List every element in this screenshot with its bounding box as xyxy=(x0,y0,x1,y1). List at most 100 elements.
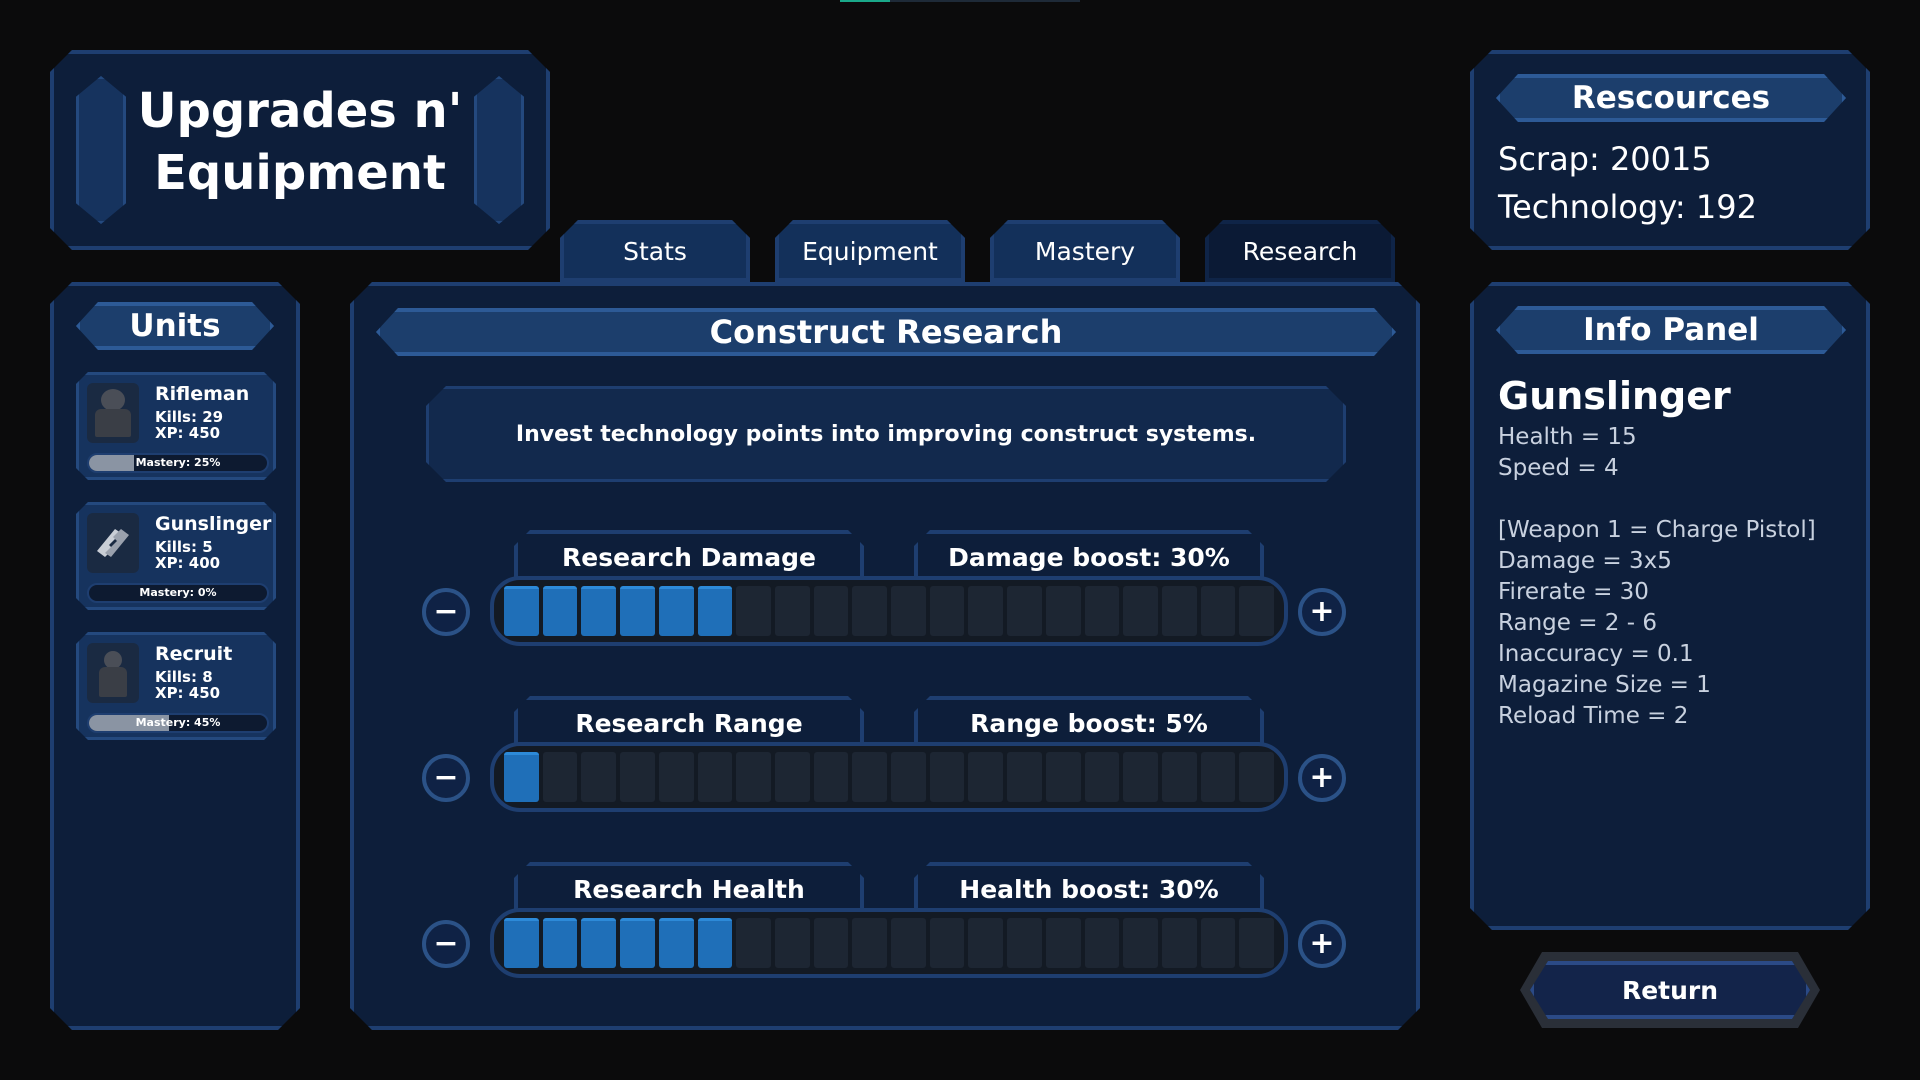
tab-research[interactable]: Research xyxy=(1205,220,1395,282)
title-left-decoration xyxy=(76,76,126,224)
progress-segment-empty xyxy=(736,752,771,802)
page-title: Upgrades n' Equipment xyxy=(134,80,466,204)
tab-stats-label: Stats xyxy=(623,236,687,266)
return-button-label: Return xyxy=(1621,975,1719,1005)
progress-segment-empty xyxy=(1123,586,1158,636)
health-boost-label: Health boost: 30% xyxy=(914,862,1264,912)
progress-segment-empty xyxy=(1162,752,1197,802)
damage-plus-button[interactable]: + xyxy=(1298,588,1346,636)
info-unit-name: Gunslinger xyxy=(1498,374,1731,418)
info-heading-label: Info Panel xyxy=(1583,312,1759,348)
info-stat-line: Speed = 4 xyxy=(1498,455,1619,481)
progress-segment-empty xyxy=(852,918,887,968)
progress-segment-filled xyxy=(698,918,733,968)
unit-card-recruit[interactable]: Recruit Kills: 8 XP: 450 Mastery: 45% xyxy=(76,632,276,740)
unit-name: Rifleman xyxy=(155,383,250,405)
page-title-line1: Upgrades n' xyxy=(137,83,463,139)
research-heading-label: Construct Research xyxy=(709,313,1063,351)
range-boost-text: Range boost: 5% xyxy=(970,708,1208,738)
unit-card-gunslinger[interactable]: Gunslinger Kills: 5 XP: 400 Mastery: 0% xyxy=(76,502,276,610)
progress-segment-empty xyxy=(968,918,1003,968)
tab-mastery[interactable]: Mastery xyxy=(990,220,1180,282)
progress-segment-filled xyxy=(698,586,733,636)
info-stats: Health = 15 Speed = 4 [Weapon 1 = Charge… xyxy=(1498,422,1816,732)
damage-minus-button[interactable]: − xyxy=(422,588,470,636)
progress-segment-filled xyxy=(620,586,655,636)
health-plus-button[interactable]: + xyxy=(1298,920,1346,968)
research-health-label: Research Health xyxy=(514,862,864,912)
progress-segment-empty xyxy=(968,586,1003,636)
progress-segment-empty xyxy=(1007,752,1042,802)
range-minus-button[interactable]: − xyxy=(422,754,470,802)
progress-segment-empty xyxy=(1162,918,1197,968)
progress-segment-empty xyxy=(1239,918,1274,968)
progress-segment-empty xyxy=(698,752,733,802)
progress-segment-empty xyxy=(814,752,849,802)
progress-segment-empty xyxy=(659,752,694,802)
progress-segment-empty xyxy=(736,586,771,636)
rifleman-portrait-icon xyxy=(87,383,139,443)
return-button[interactable]: Return xyxy=(1520,952,1820,1028)
tab-equipment[interactable]: Equipment xyxy=(775,220,965,282)
info-weapon-stat: Damage = 3x5 xyxy=(1498,548,1672,574)
health-minus-button[interactable]: − xyxy=(422,920,470,968)
progress-segment-filled xyxy=(543,586,578,636)
progress-segment-filled xyxy=(504,752,539,802)
progress-segment-empty xyxy=(1046,752,1081,802)
progress-segment-empty xyxy=(1201,918,1236,968)
top-accent-line xyxy=(840,0,890,2)
mastery-bar: Mastery: 0% xyxy=(87,583,269,603)
info-panel: Info Panel Gunslinger Health = 15 Speed … xyxy=(1470,282,1870,930)
progress-segment-empty xyxy=(891,752,926,802)
progress-segment-filled xyxy=(504,586,539,636)
info-weapon-stat: Reload Time = 2 xyxy=(1498,703,1689,729)
resources-heading-label: Rescources xyxy=(1571,80,1771,116)
unit-xp: XP: 450 xyxy=(155,424,221,442)
health-boost-text: Health boost: 30% xyxy=(959,874,1219,904)
research-range-label-text: Research Range xyxy=(575,708,803,738)
progress-segment-empty xyxy=(1085,752,1120,802)
progress-segment-empty xyxy=(543,752,578,802)
mastery-label: Mastery: 0% xyxy=(139,586,217,599)
progress-segment-filled xyxy=(659,918,694,968)
research-description-box: Invest technology points into improving … xyxy=(426,386,1346,482)
plus-icon: + xyxy=(1309,926,1335,961)
progress-segment-empty xyxy=(814,918,849,968)
damage-progress-bar xyxy=(490,576,1288,646)
research-heading: Construct Research xyxy=(376,308,1396,356)
unit-kills: Kills: 8 xyxy=(155,668,213,686)
tab-equipment-label: Equipment xyxy=(802,236,938,266)
progress-segment-filled xyxy=(659,586,694,636)
return-button-inner: Return xyxy=(1530,961,1810,1019)
plus-icon: + xyxy=(1309,594,1335,629)
progress-segment-filled xyxy=(543,918,578,968)
resources-heading: Rescources xyxy=(1496,74,1846,122)
progress-segment-empty xyxy=(1085,918,1120,968)
unit-card-rifleman[interactable]: Rifleman Kills: 29 XP: 450 Mastery: 25% xyxy=(76,372,276,480)
scrap-value: Scrap: 20015 xyxy=(1498,140,1712,178)
progress-segment-empty xyxy=(1201,752,1236,802)
progress-segment-empty xyxy=(1123,918,1158,968)
research-health-label-text: Research Health xyxy=(573,874,805,904)
progress-segment-empty xyxy=(581,752,616,802)
minus-icon: − xyxy=(433,760,459,795)
progress-segment-empty xyxy=(1239,752,1274,802)
page-title-line2: Equipment xyxy=(154,145,446,201)
range-plus-button[interactable]: + xyxy=(1298,754,1346,802)
info-weapon-stat: Range = 2 - 6 xyxy=(1498,610,1657,636)
progress-segment-empty xyxy=(736,918,771,968)
progress-segment-empty xyxy=(1046,586,1081,636)
tab-stats[interactable]: Stats xyxy=(560,220,750,282)
progress-segment-filled xyxy=(504,918,539,968)
progress-segment-empty xyxy=(775,586,810,636)
gunslinger-pistols-icon xyxy=(87,513,139,573)
resources-panel: Rescources Scrap: 20015 Technology: 192 xyxy=(1470,50,1870,250)
progress-segment-empty xyxy=(1007,918,1042,968)
unit-name: Recruit xyxy=(155,643,233,665)
progress-segment-empty xyxy=(1201,586,1236,636)
info-stat-line: Health = 15 xyxy=(1498,424,1637,450)
progress-segment-empty xyxy=(1085,586,1120,636)
progress-segment-empty xyxy=(814,586,849,636)
progress-segment-empty xyxy=(775,918,810,968)
